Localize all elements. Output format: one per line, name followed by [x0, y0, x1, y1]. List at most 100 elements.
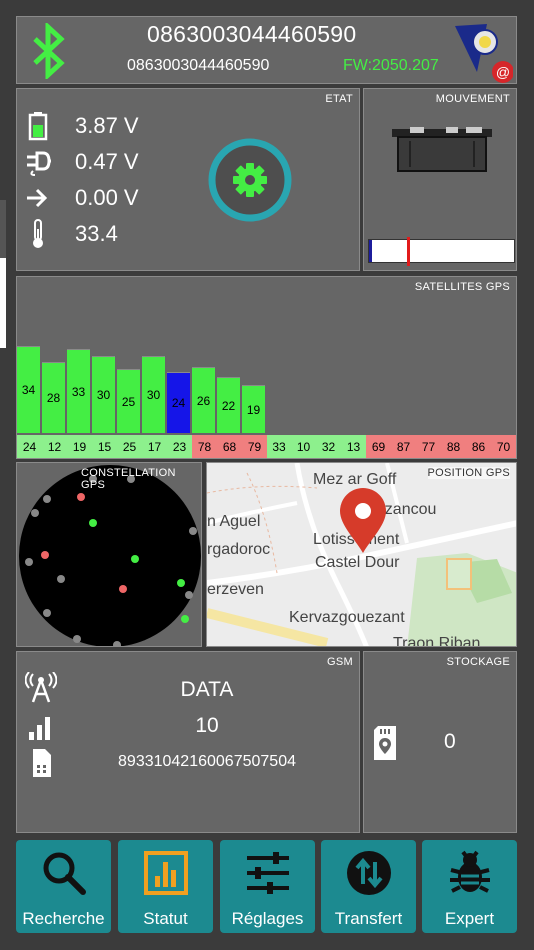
bluetooth-icon — [33, 23, 65, 79]
device-imei: 0863003044460590 — [147, 21, 357, 47]
nav-transfert-button[interactable]: Transfert — [321, 840, 416, 933]
etat-panel: ETAT 3.87 V 0.47 V 0.00 V 33.4 — [16, 88, 360, 271]
satellite-id-label: 78 — [192, 435, 217, 458]
nav-statut-button[interactable]: Statut — [118, 840, 213, 933]
satellite-id-label: 23 — [167, 435, 192, 458]
storage-card-icon — [374, 726, 396, 760]
satellite-snr-bar: 24 — [167, 372, 190, 433]
nav-label: Réglages — [231, 909, 304, 928]
map-label: Castel Dour — [315, 554, 400, 571]
gsm-title: GSM — [327, 656, 353, 668]
satellites-panel: SATELLITES GPS 34 24 28 12 33 19 30 15 25 25 30 17 2… — [16, 276, 517, 459]
satellite-id-label: 70 — [491, 435, 516, 458]
satellite-snr-bar: 34 — [17, 346, 40, 433]
thermometer-icon — [33, 219, 43, 248]
satellite-snr-bar: 26 — [192, 367, 215, 433]
side-tab-top — [0, 200, 6, 258]
gsm-panel: GSM DATA 10 89331042160067507504 — [16, 651, 360, 833]
search-icon — [43, 852, 86, 895]
sat-dot — [41, 551, 49, 559]
input-voltage: 0.00 V — [75, 185, 139, 210]
satellite-id-label: 10 — [291, 435, 316, 458]
satellite-id-label: 87 — [391, 435, 416, 458]
nav-expert-button[interactable]: Expert — [422, 840, 517, 933]
nav-reglages-button[interactable]: Réglages — [220, 840, 315, 933]
nav-label: Expert — [444, 909, 495, 928]
power-voltage: 0.47 V — [75, 149, 139, 174]
firmware-version: FW:2050.207 — [343, 57, 439, 74]
device-header: 0863003044460590 0863003044460590 FW:205… — [16, 16, 517, 84]
satellite-id-label: 32 — [316, 435, 341, 458]
sat-dot — [31, 509, 39, 517]
mouvement-panel: MOUVEMENT — [363, 88, 517, 271]
sat-dot — [77, 493, 85, 501]
side-tab-bottom — [0, 258, 6, 348]
sat-dot — [43, 609, 51, 617]
satellite-id-label: 33 — [267, 435, 291, 458]
satellite-id-label: 88 — [441, 435, 466, 458]
battery-row: 3.87 V — [25, 111, 205, 143]
battery-icon — [28, 112, 48, 141]
transfer-icon — [347, 851, 391, 895]
temperature-row: 33.4 — [25, 219, 205, 251]
nav-recherche-button[interactable]: Recherche — [16, 840, 111, 933]
map-label: n Aguel — [207, 513, 261, 530]
satellite-id-label: 79 — [242, 435, 267, 458]
power-row: 0.47 V — [25, 147, 205, 179]
satellite-id-label: 12 — [42, 435, 67, 458]
email-badge-icon: @ — [496, 64, 510, 80]
chart-icon — [144, 851, 188, 895]
map-label: erzeven — [207, 581, 264, 598]
device-box-icon — [392, 127, 492, 172]
bug-icon — [450, 850, 490, 893]
sat-dot — [57, 575, 65, 583]
input-arrow-icon — [27, 188, 48, 208]
map-label: Kervazgouezant — [289, 609, 405, 626]
constellation-panel: CONSTELLATION GPS — [16, 462, 202, 647]
satellite-snr-bar: 22 — [217, 377, 240, 433]
satellite-id-label: 69 — [366, 435, 391, 458]
stockage-count: 0 — [444, 730, 456, 753]
settings-gear-button[interactable] — [207, 137, 293, 223]
antenna-icon — [25, 672, 57, 703]
satellite-snr-bar: 30 — [142, 356, 165, 433]
gsm-signal: 10 — [195, 714, 219, 737]
satellites-title: SATELLITES GPS — [414, 281, 510, 293]
input-row: 0.00 V — [25, 183, 205, 215]
map-label: rgadoroc — [207, 541, 271, 558]
map-label: Traon Riban — [393, 635, 481, 647]
sky-plot — [19, 465, 201, 646]
location-pin-icon — [340, 488, 386, 553]
device-imei-secondary: 0863003044460590 — [127, 57, 270, 74]
sat-dot — [25, 558, 33, 566]
signal-bars-icon — [29, 717, 50, 740]
satellite-snr-bar: 28 — [42, 362, 65, 433]
satellite-snr-bar: 25 — [117, 369, 140, 433]
sat-dot — [131, 555, 139, 563]
satellite-id-label: 77 — [416, 435, 441, 458]
sat-dot — [177, 579, 185, 587]
satellite-id-label: 86 — [466, 435, 491, 458]
battery-voltage: 3.87 V — [75, 113, 139, 138]
sat-dot — [73, 635, 81, 643]
stockage-panel: STOCKAGE 0 — [363, 651, 517, 833]
stockage-title: STOCKAGE — [446, 656, 510, 668]
satellite-id-label: 19 — [67, 435, 92, 458]
movement-level-bar — [368, 237, 515, 266]
nav-label: Transfert — [334, 909, 403, 928]
movement-bar-start — [369, 240, 372, 262]
position-map[interactable]: POSITION GPS Mez ar Goff Lezancou n Ague… — [206, 462, 517, 647]
position-title: POSITION GPS — [427, 467, 510, 479]
satellite-id-label: 68 — [217, 435, 242, 458]
temperature-value: 33.4 — [75, 221, 118, 246]
constellation-title: CONSTELLATION GPS — [81, 467, 176, 491]
satellite-id-label: 13 — [341, 435, 366, 458]
gsm-mode: DATA — [180, 678, 234, 701]
movement-level-indicator — [407, 237, 410, 266]
satellite-snr-bar: 19 — [242, 385, 265, 433]
brand-logo: @ — [455, 24, 513, 83]
nav-label: Recherche — [22, 909, 105, 928]
satellite-id-label: 17 — [142, 435, 167, 458]
satellite-id-label: 25 — [117, 435, 142, 458]
sat-dot — [119, 585, 127, 593]
